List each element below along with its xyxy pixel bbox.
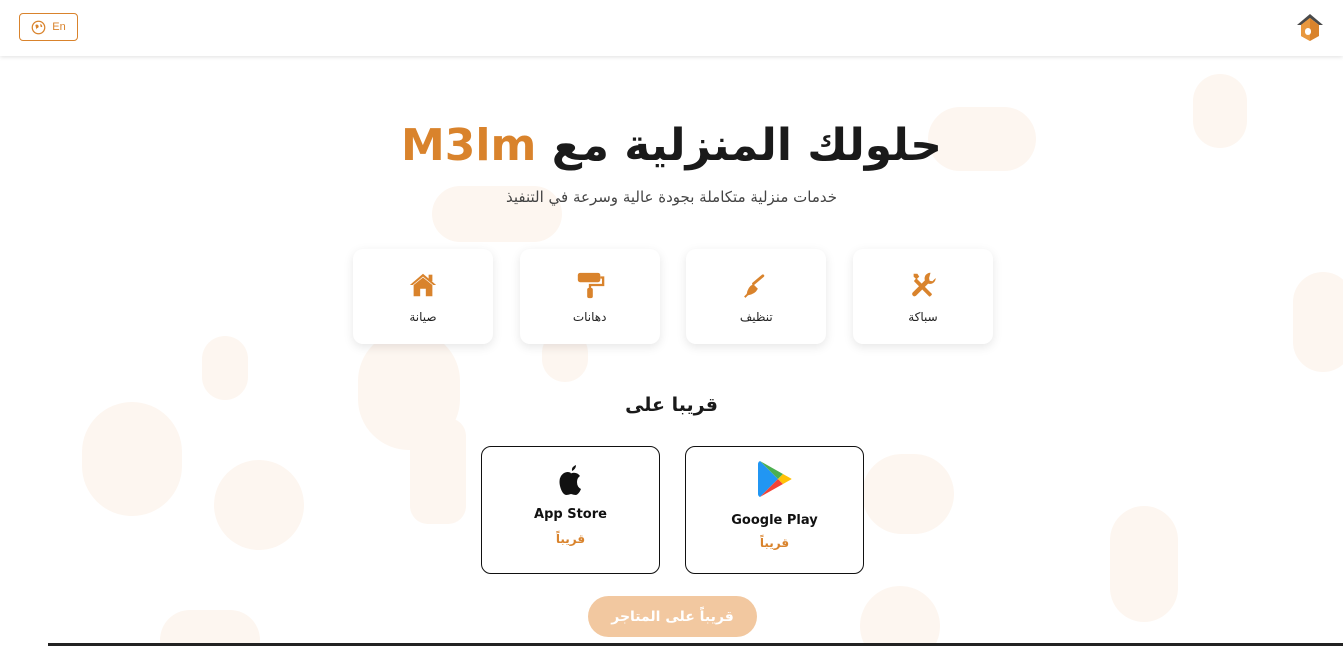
store-name: App Store [534,507,607,522]
store-status: قريباً [759,536,790,550]
store-name: Google Play [731,513,818,528]
service-label: سباكة [908,309,938,324]
language-label: En [52,21,66,33]
decor-blob [860,586,940,646]
google-play-card[interactable]: Google Play قريباً [685,446,864,574]
services-row: سباكة تنظيف دهانات صيانة [353,249,993,344]
hero-title-text: حلولك المنزلية مع [551,120,942,171]
service-card-cleaning[interactable]: تنظيف [686,249,827,344]
coming-soon-stores-button[interactable]: قريباً على المتاجر [588,596,757,637]
service-label: دهانات [572,309,607,324]
home-icon [409,273,437,296]
brand-name: M3lm [401,120,537,171]
wrench-screwdriver-icon [912,272,936,297]
service-card-painting[interactable]: دهانات [519,249,660,344]
house-logo-icon[interactable] [1293,10,1327,44]
app-store-card[interactable]: App Store قريباً [481,446,660,574]
top-navbar: En [0,0,1343,56]
decor-blob [410,418,466,524]
globe-icon [31,20,46,34]
service-card-plumbing[interactable]: سباكة [852,249,993,344]
paint-roller-icon [577,272,604,298]
service-card-maintenance[interactable]: صيانة [353,249,493,344]
decor-blob [82,402,182,516]
service-label: تنظيف [739,309,773,324]
decor-blob [1110,506,1178,622]
hero-subtitle: خدمات منزلية متكاملة بجودة عالية وسرعة ف… [505,188,838,206]
hero-title: حلولك المنزلية مع M3lm [0,116,1343,176]
language-switch-button[interactable]: En [19,13,78,41]
apple-icon [559,465,581,495]
decor-blob [862,454,954,534]
service-label: صيانة [409,309,437,324]
store-status: قريباً [555,532,586,546]
broom-icon [744,273,765,298]
coming-soon-title: قريبا على [625,394,718,416]
decor-blob [202,336,248,400]
google-play-icon [757,461,791,497]
decor-blob [1293,272,1343,372]
decor-blob [214,460,304,550]
decor-blob [160,610,260,646]
page: En حلولك المنزلية مع M3lm خدمات منزلية م… [0,0,1343,646]
